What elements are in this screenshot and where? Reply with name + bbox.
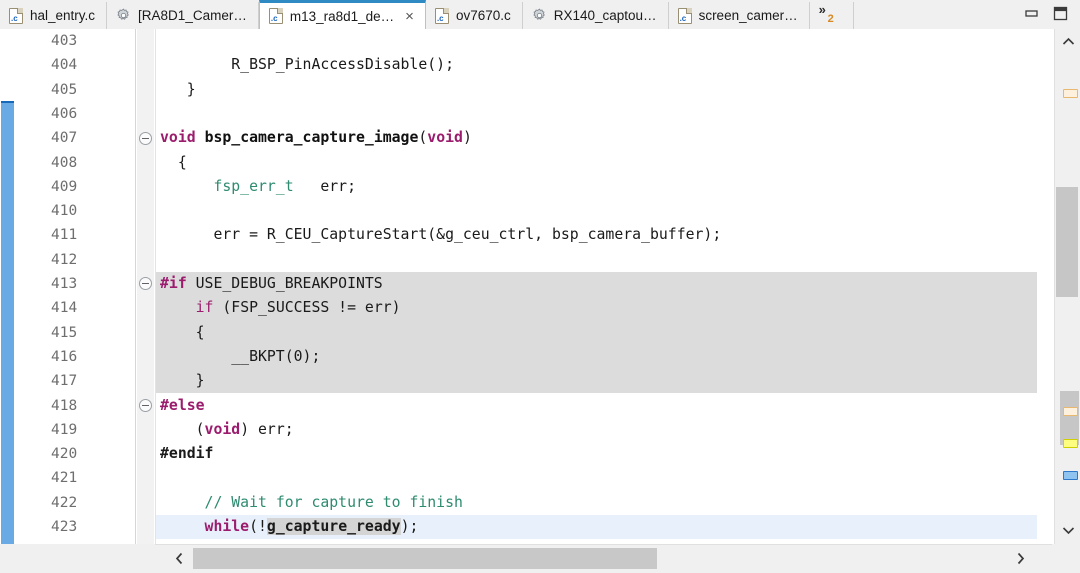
line-number: 421 [51,470,78,487]
vertical-scrollbar[interactable] [1054,29,1080,544]
tab-label: m13_ra8d1_de… [289,8,395,24]
line-number: 418 [51,397,78,414]
code-line[interactable]: { [156,320,1037,345]
tab-rx140-captouch[interactable]: RX140_captou… [522,2,669,29]
tab-overflow-count: 2 [827,13,834,25]
line-number: 408 [51,154,78,171]
line-number: 409 [51,178,78,195]
tab-m13-ra8d1-de[interactable]: m13_ra8d1_de… × [258,0,426,29]
scroll-left-icon[interactable] [165,545,193,572]
window-controls [1014,2,1080,29]
line-number: 414 [51,300,78,317]
code-line[interactable]: // Wait for capture to finish [156,491,1037,515]
line-number: 416 [51,348,78,365]
line-number: 415 [51,324,78,341]
editor-tab-bar: hal_entry.c [RA8D1_Camer… m13_ra8d1_de… … [0,0,1080,29]
code-line[interactable] [156,29,1037,53]
c-file-icon [677,7,692,24]
change-bar-strip [0,29,14,573]
code-line-current[interactable]: while(!g_capture_ready); [156,515,1037,540]
scroll-down-icon[interactable] [1055,520,1080,540]
line-number: 420 [51,446,78,463]
code-line[interactable]: (void) err; [156,418,1037,442]
tab-label: hal_entry.c [30,8,96,23]
tab-hal-entry-c[interactable]: hal_entry.c [0,2,108,29]
code-line[interactable] [156,248,1037,272]
line-number: 412 [51,251,78,268]
chevron-double-right-icon: » [818,2,826,17]
code-line[interactable]: #endif [156,442,1037,466]
code-line[interactable] [156,466,1037,490]
code-line[interactable]: R_BSP_PinAccessDisable(); [156,53,1037,77]
line-number: 413 [51,276,78,292]
code-line[interactable]: #if USE_DEBUG_BREAKPOINTS [156,272,1037,297]
code-line[interactable]: __BKPT(0); [156,344,1037,370]
annotation-marker-orange[interactable] [1063,407,1078,416]
annotation-marker-blue[interactable] [1063,471,1078,480]
minimize-icon[interactable] [1024,7,1039,20]
editor-area: 403 404 405 406 407 408 409 410 411 412 … [0,29,1080,573]
fold-collapse-icon[interactable] [139,277,152,290]
code-line[interactable]: } [156,78,1037,102]
code-line[interactable]: void bsp_camera_capture_image(void) [156,126,1037,150]
code-line[interactable]: } [156,369,1037,394]
code-line[interactable]: fsp_err_t err; [156,175,1037,199]
code-canvas[interactable]: R_BSP_PinAccessDisable(); } void bsp_cam… [155,29,1037,546]
code-line[interactable] [156,102,1037,126]
annotation-marker-yellow[interactable] [1063,439,1078,448]
c-file-icon [434,7,449,24]
restore-icon[interactable] [1053,6,1068,21]
code-line[interactable]: #else [156,394,1037,418]
code-line[interactable] [156,199,1037,223]
line-number: 410 [51,203,78,220]
tab-ov7670-c[interactable]: ov7670.c [425,2,523,29]
annotation-marker-orange-top[interactable] [1063,89,1078,98]
code-line[interactable]: if (FSP_SUCCESS != err) [156,296,1037,321]
line-number: 407 [51,130,78,147]
scrollbar-corner-left [0,544,155,573]
tab-screen-camera[interactable]: screen_camer… [668,2,810,29]
change-bar [1,101,14,573]
scroll-right-icon[interactable] [1006,545,1034,572]
line-number: 422 [51,494,78,511]
line-number: 405 [51,81,78,98]
fold-collapse-icon[interactable] [139,399,152,412]
vertical-scrollbar-thumb-lower[interactable] [1060,391,1079,445]
tab-ra8d1-camera[interactable]: [RA8D1_Camer… [107,2,259,29]
horizontal-scrollbar-thumb[interactable] [193,548,657,569]
horizontal-scrollbar[interactable] [155,544,1052,573]
fold-collapse-icon[interactable] [139,132,152,145]
tab-overflow-button[interactable]: » 2 [809,2,854,29]
tab-label: screen_camer… [698,8,798,23]
line-number: 417 [51,373,78,390]
tab-label: ov7670.c [455,8,511,23]
scroll-up-icon[interactable] [1055,31,1080,51]
line-number: 411 [51,227,78,244]
folding-margin [137,29,154,546]
code-line[interactable]: err = R_CEU_CaptureStart(&g_ceu_ctrl, bs… [156,223,1037,247]
gear-icon [532,8,547,23]
line-number: 419 [51,421,78,438]
line-number: 406 [51,105,78,122]
line-number-ruler: 403 404 405 406 407 408 409 410 411 412 … [14,29,136,573]
line-number: 404 [51,57,78,74]
c-file-icon [9,7,23,24]
scrollbar-corner-right [1052,544,1080,573]
c-file-icon [268,8,283,24]
line-number: 403 [51,33,78,49]
close-icon[interactable]: × [405,9,414,24]
line-number: 423 [51,519,78,535]
tab-label: [RA8D1_Camer… [138,8,247,23]
vertical-scrollbar-thumb[interactable] [1056,187,1078,297]
code-line[interactable]: { [156,151,1037,175]
eclipse-editor-window: hal_entry.c [RA8D1_Camer… m13_ra8d1_de… … [0,0,1080,573]
tab-label: RX140_captou… [553,8,657,23]
gear-icon [116,8,131,23]
